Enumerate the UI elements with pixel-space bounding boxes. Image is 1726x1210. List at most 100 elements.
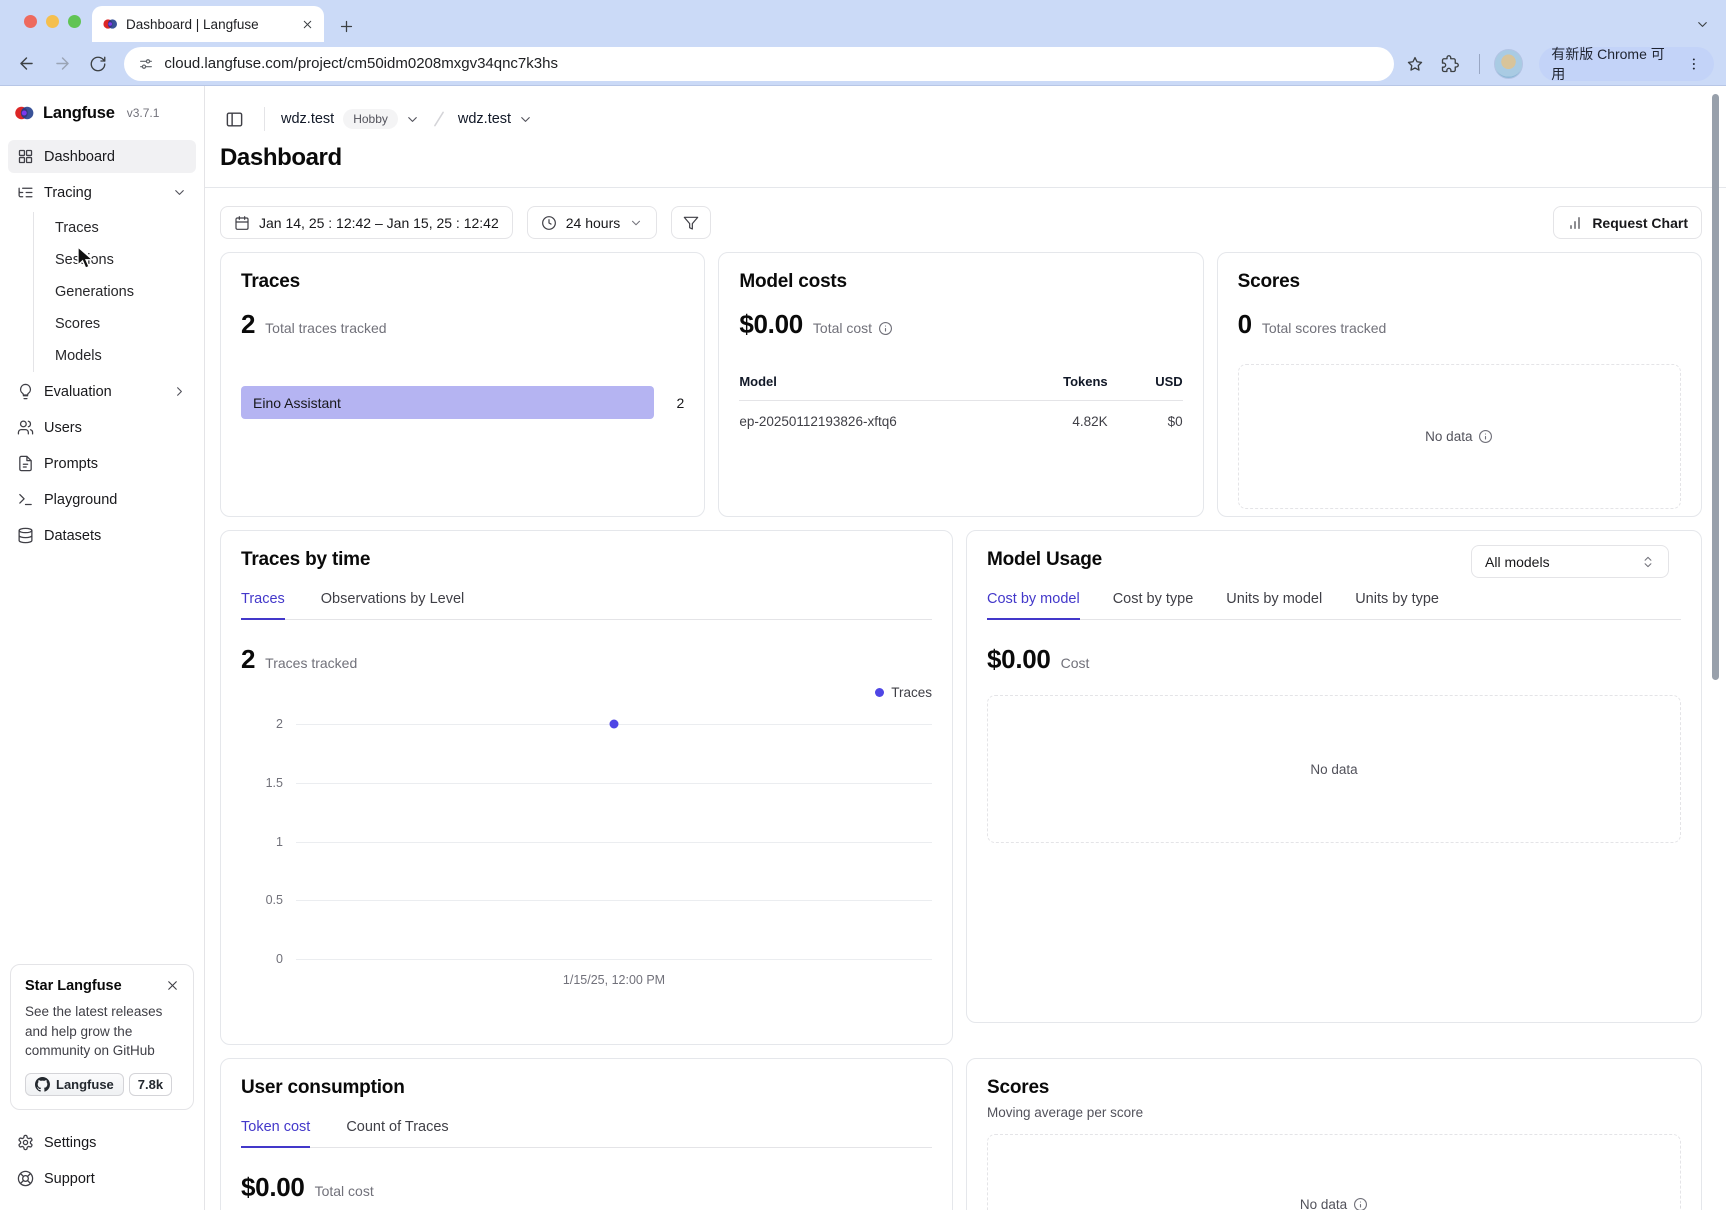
sidebar-item-models[interactable]: Models — [34, 340, 196, 372]
new-tab-button[interactable] — [338, 18, 355, 35]
tab-observations-by-level[interactable]: Observations by Level — [321, 591, 464, 619]
dashboard-grid-icon — [17, 148, 34, 165]
brand-name: Langfuse — [43, 104, 115, 123]
date-range-label: Jan 14, 25 : 12:42 – Jan 15, 25 : 12:42 — [259, 215, 499, 231]
sidebar-item-evaluation[interactable]: Evaluation — [8, 375, 196, 408]
tab-units-by-type[interactable]: Units by type — [1355, 591, 1439, 619]
user-consumption-card: User consumption Token cost Count of Tra… — [220, 1058, 953, 1210]
bookmark-star-icon[interactable] — [1400, 49, 1429, 79]
sidebar-toggle-icon[interactable] — [220, 105, 248, 133]
sidebar-item-users[interactable]: Users — [8, 411, 196, 444]
chrome-update-button[interactable]: 有新版 Chrome 可用 — [1539, 47, 1714, 81]
tab-token-cost[interactable]: Token cost — [241, 1119, 310, 1147]
chevron-right-icon — [172, 384, 187, 399]
back-icon[interactable] — [12, 49, 41, 79]
tab-count-of-traces[interactable]: Count of Traces — [346, 1119, 448, 1147]
chart-point-traces[interactable] — [610, 720, 619, 729]
forward-icon[interactable] — [47, 49, 76, 79]
chevron-down-icon[interactable] — [518, 112, 533, 127]
model-costs-card: Model costs $0.00 Total cost Model — [718, 252, 1203, 517]
langfuse-logo-icon — [14, 103, 34, 123]
card-title: Traces by time — [241, 549, 932, 571]
browser-chrome: Dashboard | Langfuse — [0, 0, 1726, 86]
all-models-select[interactable]: All models — [1471, 545, 1669, 578]
model-costs-value: $0.00 — [739, 309, 803, 340]
traces-tracked-label: Traces tracked — [265, 655, 357, 671]
sidebar-item-datasets[interactable]: Datasets — [8, 519, 196, 552]
site-settings-icon[interactable] — [138, 56, 154, 72]
trace-bar-row[interactable]: Eino Assistant 2 — [241, 386, 684, 419]
tab-cost-by-model[interactable]: Cost by model — [987, 591, 1080, 619]
model-usage-cost-label: Cost — [1061, 655, 1090, 671]
legend-label: Traces — [891, 685, 932, 700]
model-costs-label: Total cost — [813, 320, 872, 336]
main-content: wdz.test Hobby wdz.test Dashboard Jan 14… — [205, 86, 1726, 1210]
page-scrollbar[interactable] — [1712, 94, 1719, 680]
chevron-down-icon[interactable] — [405, 112, 420, 127]
sidebar-label-settings: Settings — [44, 1135, 96, 1151]
sidebar-label-playground: Playground — [44, 492, 117, 508]
url-bar[interactable]: cloud.langfuse.com/project/cm50idm0208mx… — [124, 47, 1393, 81]
tab-units-by-model[interactable]: Units by model — [1226, 591, 1322, 619]
info-icon[interactable] — [1353, 1197, 1368, 1210]
sidebar-item-scores[interactable]: Scores — [34, 308, 196, 340]
breadcrumb-divider — [264, 107, 265, 131]
close-tab-icon[interactable] — [301, 18, 314, 31]
extensions-icon[interactable] — [1435, 49, 1464, 79]
tab-cost-by-type[interactable]: Cost by type — [1113, 591, 1194, 619]
github-star-count[interactable]: 7.8k — [129, 1073, 172, 1096]
scores-total-label: Total scores tracked — [1262, 320, 1387, 336]
browser-toolbar: cloud.langfuse.com/project/cm50idm0208mx… — [0, 42, 1726, 85]
traces-by-time-tabs: Traces Observations by Level — [241, 591, 932, 620]
close-icon[interactable] — [165, 978, 180, 993]
sidebar-item-playground[interactable]: Playground — [8, 483, 196, 516]
table-row[interactable]: ep-20250112193826-xftq6 4.82K $0 — [739, 401, 1182, 429]
model-costs-table: Model Tokens USD ep-20250112193826-xftq6… — [739, 374, 1182, 429]
kebab-menu-icon[interactable] — [1686, 56, 1702, 72]
sidebar-item-support[interactable]: Support — [8, 1162, 196, 1195]
date-range-button[interactable]: Jan 14, 25 : 12:42 – Jan 15, 25 : 12:42 — [220, 206, 513, 239]
brand-row: Langfuse v3.7.1 — [0, 86, 204, 136]
browser-tab[interactable]: Dashboard | Langfuse — [92, 6, 324, 42]
sidebar-item-dashboard[interactable]: Dashboard — [8, 140, 196, 173]
info-icon[interactable] — [1478, 429, 1493, 444]
profile-avatar[interactable] — [1494, 49, 1524, 79]
request-chart-button[interactable]: Request Chart — [1553, 206, 1702, 239]
sidebar-item-settings[interactable]: Settings — [8, 1126, 196, 1159]
file-text-icon — [17, 455, 34, 472]
sidebar-item-generations[interactable]: Generations — [34, 276, 196, 308]
trace-bar-value: 2 — [654, 395, 684, 411]
cards-row-2: Traces by time Traces Observations by Le… — [220, 530, 1702, 1045]
filter-bar: Jan 14, 25 : 12:42 – Jan 15, 25 : 12:42 … — [220, 206, 1702, 239]
reload-icon[interactable] — [83, 49, 112, 79]
cards-row-1: Traces 2 Total traces tracked Eino Assis… — [220, 252, 1702, 517]
sidebar-item-sessions[interactable]: Sessions — [34, 244, 196, 276]
info-icon[interactable] — [878, 321, 893, 336]
sidebar-item-prompts[interactable]: Prompts — [8, 447, 196, 480]
cards-row-3: User consumption Token cost Count of Tra… — [220, 1058, 1702, 1210]
chevron-down-icon — [172, 185, 187, 200]
terminal-icon — [17, 491, 34, 508]
sidebar-label-users: Users — [44, 420, 82, 436]
tab-search-icon[interactable] — [1695, 17, 1710, 32]
no-data-placeholder: No data — [987, 695, 1681, 843]
tab-traces[interactable]: Traces — [241, 591, 285, 619]
org-name[interactable]: wdz.test — [281, 111, 334, 127]
sidebar: Langfuse v3.7.1 Dashboard Tracing — [0, 86, 205, 1210]
github-repo-button[interactable]: Langfuse — [25, 1073, 124, 1096]
zoom-window-button[interactable] — [68, 15, 81, 28]
filter-button[interactable] — [671, 206, 711, 239]
app-window: Langfuse v3.7.1 Dashboard Tracing — [0, 86, 1726, 1210]
time-preset-button[interactable]: 24 hours — [527, 206, 657, 239]
close-window-button[interactable] — [24, 15, 37, 28]
sidebar-item-tracing[interactable]: Tracing — [8, 176, 196, 209]
project-name[interactable]: wdz.test — [458, 111, 511, 127]
sidebar-item-traces[interactable]: Traces — [34, 212, 196, 244]
request-chart-label: Request Chart — [1592, 215, 1688, 231]
github-badges: Langfuse 7.8k — [25, 1073, 179, 1096]
y-tick: 0.5 — [241, 893, 283, 907]
user-consumption-tabs: Token cost Count of Traces — [241, 1119, 932, 1148]
bar-chart-icon — [1567, 215, 1583, 231]
minimize-window-button[interactable] — [46, 15, 59, 28]
col-usd: USD — [1108, 374, 1183, 389]
